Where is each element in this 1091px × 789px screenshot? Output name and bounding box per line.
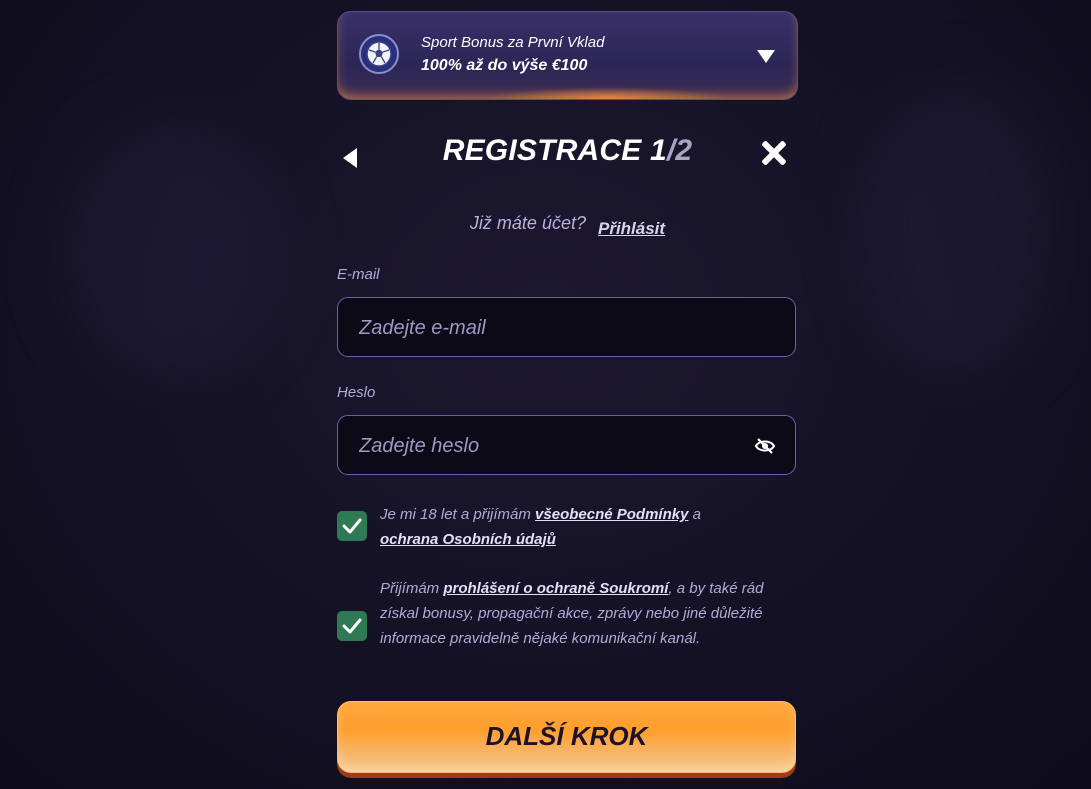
registration-panel: Sport Bonus za První Vklad 100% až do vý… — [337, 0, 798, 789]
background-blur — [60, 120, 280, 380]
login-prompt-text: Již máte účet? — [469, 213, 586, 233]
bonus-amount: 100% až do výše €100 — [421, 57, 588, 74]
marketing-text: Přijímám prohlášení o ochraně Soukromí, … — [380, 576, 798, 651]
bonus-glow — [488, 87, 728, 99]
title-step-total: /2 — [666, 134, 693, 167]
terms-text-part: Je mi 18 let a přijímám — [380, 506, 536, 523]
password-field[interactable] — [337, 415, 796, 476]
next-step-button[interactable]: DALŠÍ KROK — [337, 701, 796, 773]
marketing-text-part: Přijímám — [380, 580, 444, 597]
football-icon — [359, 34, 399, 74]
title-main: REGISTRACE 1 — [442, 134, 667, 167]
bonus-subtitle: Sport Bonus za První Vklad — [421, 34, 605, 51]
page-title: REGISTRACE 1/2 — [337, 134, 798, 168]
terms-link[interactable]: všeobecné Podmínky — [535, 506, 688, 523]
terms-checkbox[interactable] — [337, 511, 367, 541]
marketing-checkbox[interactable] — [337, 611, 367, 641]
privacy-data-link[interactable]: ochrana Osobních údajů — [380, 531, 556, 548]
terms-text-part: a — [688, 506, 701, 523]
email-field[interactable] — [337, 297, 796, 358]
login-prompt: Již máte účet? Přihlásit — [337, 213, 798, 238]
email-input[interactable] — [357, 298, 741, 358]
eye-off-icon[interactable] — [754, 437, 776, 460]
terms-text: Je mi 18 let a přijímám všeobecné Podmín… — [380, 502, 798, 552]
password-input[interactable] — [357, 416, 741, 476]
chevron-down-icon[interactable] — [757, 50, 775, 63]
bonus-selector[interactable]: Sport Bonus za První Vklad 100% až do vý… — [337, 11, 798, 100]
email-label: E-mail — [337, 266, 380, 283]
privacy-statement-link[interactable]: prohlášení o ochraně Soukromí — [443, 580, 668, 597]
login-link[interactable]: Přihlásit — [598, 219, 665, 238]
close-icon[interactable] — [761, 140, 787, 166]
next-step-label: DALŠÍ KROK — [485, 721, 648, 751]
password-label: Heslo — [337, 384, 376, 401]
background-blur — [860, 80, 1060, 380]
